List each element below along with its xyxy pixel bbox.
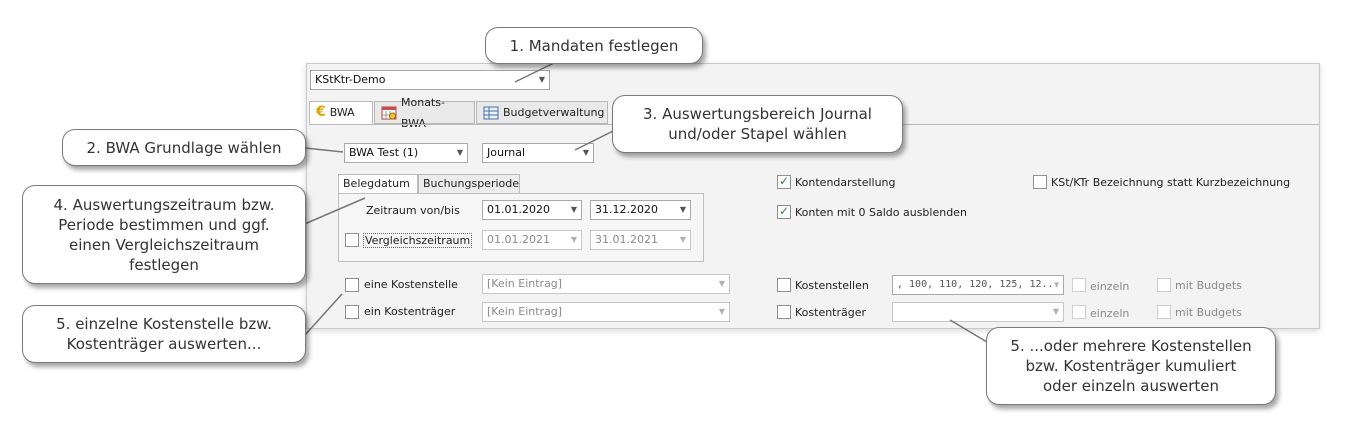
callout-mandaten: 1. Mandaten festlegen xyxy=(485,27,703,64)
callout-auswertungszeitraum: 4. Auswertungszeitraum bzw. Periode best… xyxy=(22,185,306,284)
callout-bwa-grundlage-text: 2. BWA Grundlage wählen xyxy=(86,138,282,157)
callout-einzelne-kostenstelle: 5. einzelne Kostenstelle bzw. Kostenträg… xyxy=(22,305,306,363)
callout-mehrere-kostenstellen: 5. ...oder mehrere Kostenstellen bzw. Ko… xyxy=(986,327,1276,405)
callout-auswertungszeitraum-line2: Periode bestimmen und ggf. xyxy=(58,215,270,234)
callout-auswertungsbereich-line2: und/oder Stapel wählen xyxy=(668,125,847,143)
callout-auswertungsbereich: 3. Auswertungsbereich Journal und/oder S… xyxy=(612,95,903,153)
callout-einzelne-kostenstelle-line1: 5. einzelne Kostenstelle bzw. xyxy=(56,315,272,333)
callout-auswertungszeitraum-line4: festlegen xyxy=(129,255,199,274)
callout-einzelne-kostenstelle-line2: Kostenträger auswerten... xyxy=(66,335,262,353)
callout-auswertungszeitraum-line1: 4. Auswertungszeitraum bzw. xyxy=(53,195,275,214)
callout-mehrere-kostenstellen-line2: bzw. Kostenträger kumuliert xyxy=(1025,357,1237,375)
callout-auswertungsbereich-line1: 3. Auswertungsbereich Journal xyxy=(643,105,872,123)
callout-bwa-grundlage: 2. BWA Grundlage wählen xyxy=(62,129,306,166)
callout-mehrere-kostenstellen-line3: oder einzeln auswerten xyxy=(1042,377,1220,395)
callout-mandaten-text: 1. Mandaten festlegen xyxy=(509,36,679,55)
callout-auswertungszeitraum-line3: einen Vergleichszeitraum xyxy=(69,235,259,254)
callout-mehrere-kostenstellen-line1: 5. ...oder mehrere Kostenstellen xyxy=(1010,337,1252,355)
